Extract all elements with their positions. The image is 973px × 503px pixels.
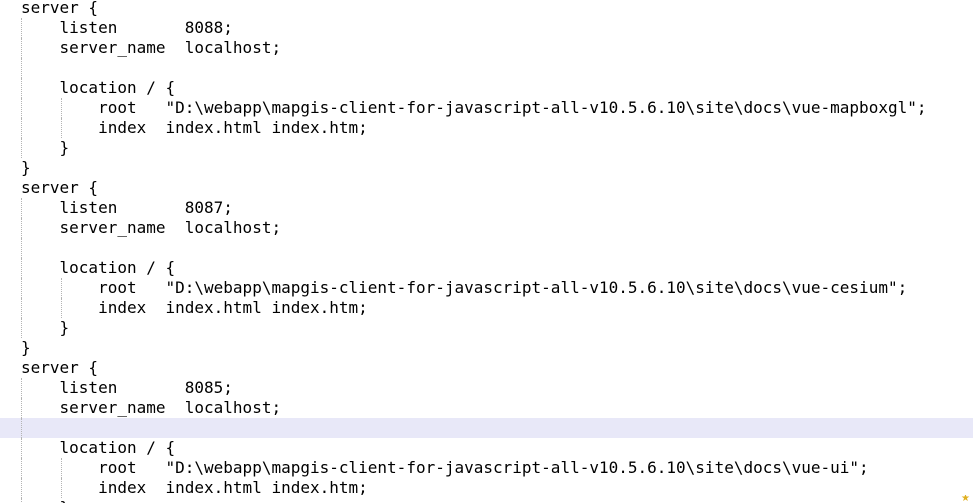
code-line[interactable]: listen 8088; — [0, 18, 973, 38]
code-line-text: } — [21, 498, 70, 503]
code-line-text: listen 8088; — [21, 18, 233, 37]
indent-guide — [21, 318, 22, 338]
code-line[interactable]: index index.html index.htm; — [0, 118, 973, 138]
indent-guide — [61, 478, 62, 498]
code-line-text: listen 8085; — [21, 378, 233, 397]
indent-guide — [21, 478, 22, 498]
code-line-text: server_name localhost; — [21, 398, 282, 417]
code-line-text: server { — [21, 0, 99, 17]
code-line-text: index index.html index.htm; — [21, 118, 368, 137]
indent-guide — [21, 418, 22, 438]
code-line[interactable]: server_name localhost; — [0, 218, 973, 238]
bookmark-corner-icon: ★ — [961, 495, 970, 503]
code-line[interactable]: index index.html index.htm; — [0, 478, 973, 498]
code-line[interactable]: location / { — [0, 258, 973, 278]
indent-guide — [21, 38, 22, 58]
code-line[interactable] — [0, 238, 973, 258]
indent-guide — [61, 298, 62, 318]
indent-guide — [21, 98, 22, 118]
code-line-text: server_name localhost; — [21, 38, 282, 57]
indent-guide — [21, 78, 22, 98]
code-line-text: } — [21, 138, 70, 157]
code-line[interactable]: } — [0, 338, 973, 358]
code-line[interactable]: listen 8085; — [0, 378, 973, 398]
code-line-text: location / { — [21, 258, 176, 277]
code-line-text: index index.html index.htm; — [21, 298, 368, 317]
indent-guide — [21, 238, 22, 258]
code-area[interactable]: server { listen 8088; server_name localh… — [0, 0, 973, 503]
code-line[interactable]: root "D:\webapp\mapgis-client-for-javasc… — [0, 278, 973, 298]
code-line-text: server { — [21, 178, 99, 197]
code-line[interactable]: server_name localhost; — [0, 38, 973, 58]
indent-guide — [21, 398, 22, 418]
indent-guide — [21, 198, 22, 218]
code-line[interactable]: server { — [0, 0, 973, 18]
code-line-text: location / { — [21, 438, 176, 457]
indent-guide — [21, 378, 22, 398]
indent-guide — [21, 498, 22, 503]
indent-guide — [21, 58, 22, 78]
code-line[interactable]: server { — [0, 358, 973, 378]
code-line[interactable]: index index.html index.htm; — [0, 298, 973, 318]
indent-guide — [21, 458, 22, 478]
indent-guide — [21, 218, 22, 238]
code-line-text: } — [21, 158, 31, 177]
code-line-current[interactable] — [0, 418, 973, 438]
code-line[interactable]: root "D:\webapp\mapgis-client-for-javasc… — [0, 458, 973, 478]
code-line-text: root "D:\webapp\mapgis-client-for-javasc… — [21, 278, 908, 297]
code-line-text: listen 8087; — [21, 198, 233, 217]
indent-guide — [61, 458, 62, 478]
indent-guide — [61, 98, 62, 118]
indent-guide — [61, 118, 62, 138]
indent-guide — [21, 258, 22, 278]
indent-guide — [21, 278, 22, 298]
code-line-text: } — [21, 318, 70, 337]
code-line-text: location / { — [21, 78, 176, 97]
indent-guide — [21, 18, 22, 38]
code-line[interactable]: server { — [0, 178, 973, 198]
code-line-text: root "D:\webapp\mapgis-client-for-javasc… — [21, 458, 869, 477]
code-editor[interactable]: server { listen 8088; server_name localh… — [0, 0, 973, 503]
code-line[interactable]: } — [0, 138, 973, 158]
code-line-text: } — [21, 338, 31, 357]
code-line[interactable]: } — [0, 158, 973, 178]
code-line[interactable]: location / { — [0, 78, 973, 98]
indent-guide — [21, 118, 22, 138]
code-line-text: index index.html index.htm; — [21, 478, 368, 497]
indent-guide — [61, 278, 62, 298]
code-line[interactable]: listen 8087; — [0, 198, 973, 218]
indent-guide — [21, 138, 22, 158]
code-line[interactable] — [0, 58, 973, 78]
indent-guide — [21, 298, 22, 318]
code-line-text: root "D:\webapp\mapgis-client-for-javasc… — [21, 98, 927, 117]
code-line[interactable]: } — [0, 498, 973, 503]
indent-guide — [21, 438, 22, 458]
code-line[interactable]: } — [0, 318, 973, 338]
code-line-text: server { — [21, 358, 99, 377]
code-line-text: server_name localhost; — [21, 218, 282, 237]
code-line[interactable]: root "D:\webapp\mapgis-client-for-javasc… — [0, 98, 973, 118]
code-line[interactable]: server_name localhost; — [0, 398, 973, 418]
code-line[interactable]: location / { — [0, 438, 973, 458]
